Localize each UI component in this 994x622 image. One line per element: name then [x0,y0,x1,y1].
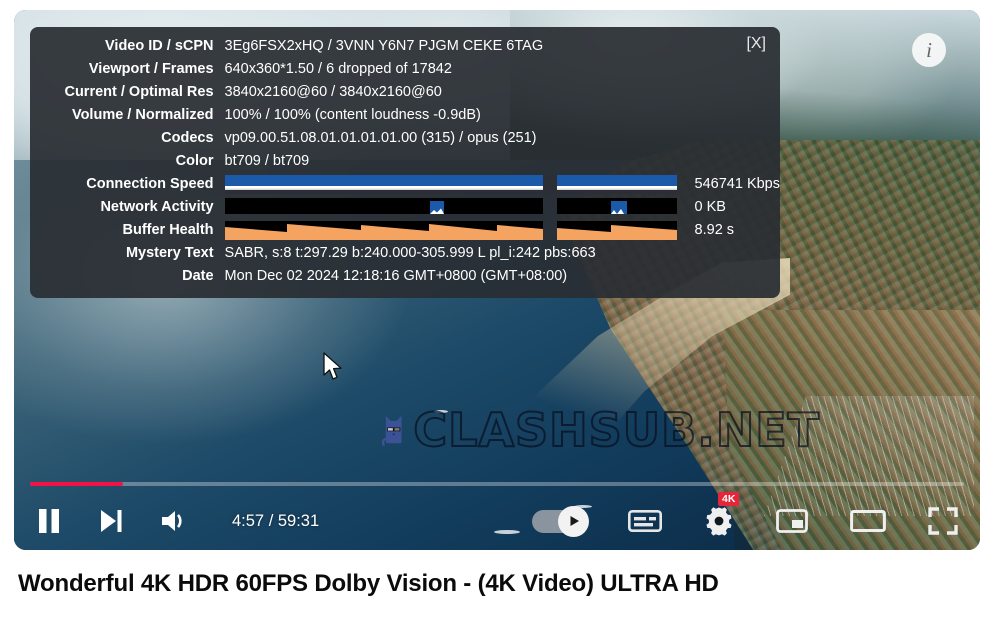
stats-for-nerds-panel[interactable]: [X] Video ID / sCPN 3Eg6FSX2xHQ / 3VNN Y… [30,27,780,298]
table-row: Connection Speed 546741 Kbps [30,173,780,196]
miniplayer-icon [776,509,808,533]
stat-label: Codecs [161,130,214,146]
table-row: Network Activity 0 KB [30,196,780,219]
connection-speed-graph [224,173,687,196]
stat-label: Connection Speed [86,176,214,192]
table-row: Buffer Health 8.92 s [30,219,780,242]
table-row: Viewport / Frames 640x360*1.50 / 6 dropp… [30,58,780,81]
mouse-cursor [323,352,342,380]
miniplayer-button[interactable] [776,507,808,535]
table-row: Current / Optimal Res 3840x2160@60 / 384… [30,81,780,104]
next-track-icon [101,510,122,532]
page-title: Wonderful 4K HDR 60FPS Dolby Vision - (4… [18,570,719,597]
stat-label: Current / Optimal Res [64,84,214,100]
progress-bar-fill [30,482,124,486]
stat-value: 640x360*1.50 / 6 dropped of 17842 [224,61,452,77]
settings-button[interactable]: 4K [704,492,740,536]
stat-value: 3840x2160@60 / 3840x2160@60 [224,84,442,100]
video-frame-boat [434,410,448,413]
subtitles-button[interactable] [628,508,662,534]
stat-label: Buffer Health [122,222,214,238]
table-row: Video ID / sCPN 3Eg6FSX2xHQ / 3VNN Y6N7 … [30,35,780,58]
table-row: Codecs vp09.00.51.08.01.01.01.01.00 (315… [30,127,780,150]
stat-unit: 546741 Kbps [694,176,780,192]
fullscreen-icon [928,507,958,535]
time-display: 4:57 / 59:31 [232,511,320,530]
next-video-button[interactable] [98,508,124,534]
theater-mode-icon [850,510,886,532]
stat-label: Mystery Text [125,245,214,261]
progress-bar[interactable] [30,482,964,486]
stat-label: Date [182,268,214,284]
table-row: Date Mon Dec 02 2024 12:18:16 GMT+0800 (… [30,265,780,288]
video-player[interactable]: CLASHSUB.NET i [X] Video ID / sCPN 3Eg6F… [14,10,980,550]
theater-mode-button[interactable] [850,507,886,535]
stat-value: SABR, s:8 t:297.29 b:240.000-305.999 L p… [224,245,596,261]
table-row: Mystery Text SABR, s:8 t:297.29 b:240.00… [30,242,780,265]
stat-value: 3Eg6FSX2xHQ / 3VNN Y6N7 PJGM CEKE 6TAG [224,38,544,54]
fullscreen-button[interactable] [928,507,958,535]
stat-label: Volume / Normalized [71,107,214,123]
pause-icon [39,509,59,533]
stat-label: Network Activity [100,199,214,215]
stats-table: Video ID / sCPN 3Eg6FSX2xHQ / 3VNN Y6N7 … [30,35,780,288]
info-circle-icon[interactable]: i [912,33,946,67]
closed-captions-icon [628,510,662,532]
player-controls: 4:57 / 59:31 4K [14,492,980,550]
volume-button[interactable] [160,508,188,534]
play-icon [570,516,579,526]
table-row: Color bt709 / bt709 [30,150,780,173]
stat-unit: 8.92 s [694,222,735,238]
stat-unit: 0 KB [694,199,726,215]
stat-label: Video ID / sCPN [105,38,214,54]
stat-value: vp09.00.51.08.01.01.01.01.00 (315) / opu… [224,130,537,146]
table-row: Volume / Normalized 100% / 100% (content… [30,104,780,127]
stat-value: Mon Dec 02 2024 12:18:16 GMT+0800 (GMT+0… [224,268,568,284]
network-activity-graph [224,196,687,219]
stat-value: 100% / 100% (content loudness -0.9dB) [224,107,481,123]
stat-label: Color [175,153,214,169]
volume-icon [162,511,182,531]
gear-icon [706,507,732,536]
buffer-health-graph [224,219,687,242]
pause-button[interactable] [36,507,62,535]
autoplay-knob [558,505,589,537]
stat-label: Viewport / Frames [88,61,214,77]
autoplay-toggle[interactable] [532,505,589,537]
quality-badge-4k: 4K [718,492,740,506]
close-stats-button[interactable]: [X] [742,33,770,55]
stat-value: bt709 / bt709 [224,153,310,169]
